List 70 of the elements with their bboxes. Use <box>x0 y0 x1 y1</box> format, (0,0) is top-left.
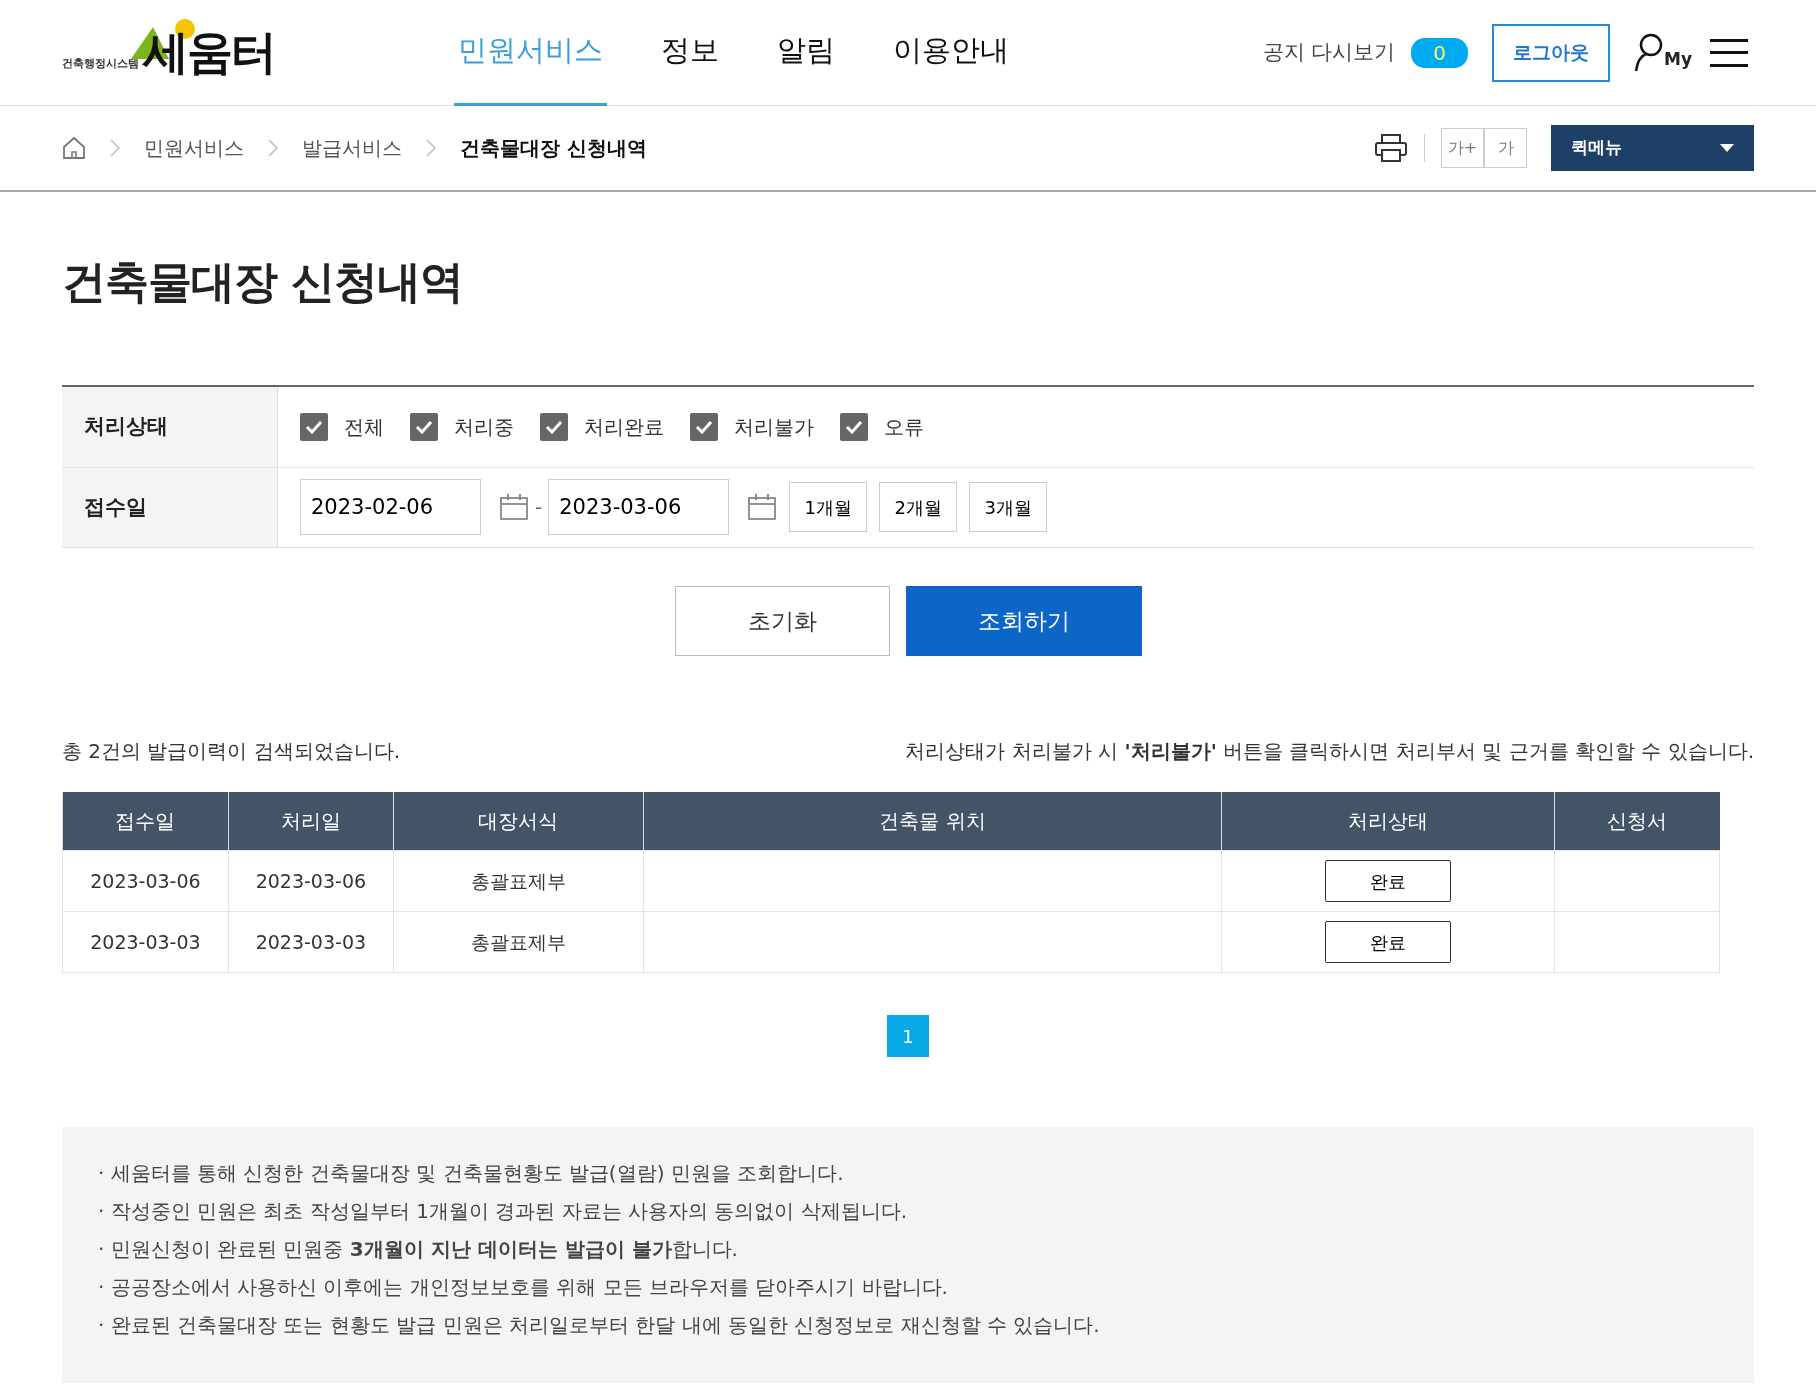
nav-tab[interactable]: 정보 <box>657 0 723 106</box>
status-button[interactable]: 완료 <box>1325 860 1452 903</box>
date-input-field[interactable]: 2023-02-06 <box>300 479 481 536</box>
user-icon[interactable] <box>1634 32 1664 73</box>
date-separator: - <box>535 494 543 522</box>
table-cell: 총괄표제부 <box>393 850 644 912</box>
check-icon <box>545 419 563 434</box>
notice-label: 공지 다시보기 <box>1262 38 1396 66</box>
home-icon[interactable] <box>62 136 86 160</box>
notice-text: · 세움터를 통해 신청한 건축물대장 및 건축물현황도 발급(열람) 민원을 조회합니다. <box>98 1161 845 1186</box>
calendar-icon[interactable] <box>499 493 529 522</box>
breadcrumb-link[interactable]: 민원서비스 <box>144 133 244 163</box>
table-cell: 2023-03-06 <box>228 850 394 912</box>
checkbox-label: 처리중 <box>454 413 514 441</box>
status-hint: 처리상태가 처리불가 시 '처리불가' 버튼을 클릭하시면 처리부서 및 근거를 확인할 수 있습니다. <box>905 737 1754 765</box>
page-title: 건축물대장 신청내역 <box>62 256 465 309</box>
column-header: 접수일 <box>62 791 229 851</box>
check-icon <box>695 419 713 434</box>
printer-icon[interactable] <box>1374 133 1408 163</box>
font-size-button[interactable]: 가 <box>1484 128 1527 168</box>
logo-text[interactable]: 세움터 <box>143 25 275 79</box>
status-button[interactable]: 완료 <box>1325 921 1452 964</box>
column-header: 처리일 <box>228 791 394 851</box>
quick-menu-dropdown[interactable]: 퀵메뉴 <box>1551 125 1754 171</box>
filter-label: 접수일 <box>62 467 278 547</box>
notice-text: · 작성중인 민원은 최초 작성일부터 1개월이 경과된 자료는 사용자의 동의없이 삭제됩니다. <box>98 1199 908 1224</box>
nav-tab[interactable]: 알림 <box>773 0 839 106</box>
calendar-icon[interactable] <box>747 493 778 522</box>
table-cell: 2023-03-06 <box>62 850 229 912</box>
font-size-button[interactable]: 가+ <box>1441 128 1484 168</box>
filter-label: 처리상태 <box>62 386 278 467</box>
caret-icon <box>1720 144 1734 152</box>
checkbox-label: 처리불가 <box>734 413 814 441</box>
checkbox[interactable] <box>540 412 568 441</box>
table-cell: 2023-03-03 <box>62 911 229 973</box>
chevron-icon <box>426 139 436 157</box>
check-icon <box>415 419 433 434</box>
notice-text: · 공공장소에서 사용하신 이후에는 개인정보보호를 위해 모든 브라우저를 닫아주시기 바랍니다. <box>98 1275 949 1300</box>
result-summary: 총 2건의 발급이력이 검색되었습니다. <box>62 737 401 765</box>
checkbox-label: 전체 <box>344 413 384 441</box>
menu-icon[interactable] <box>1710 37 1748 68</box>
period-button[interactable]: 2개월 <box>879 482 958 533</box>
column-header: 처리상태 <box>1221 791 1555 851</box>
date-input-field[interactable]: 2023-03-06 <box>548 479 730 536</box>
chevron-icon <box>268 139 278 157</box>
checkbox-label: 처리완료 <box>584 413 664 441</box>
period-button[interactable]: 3개월 <box>969 482 1048 533</box>
nav-tab[interactable]: 이용안내 <box>889 0 1013 106</box>
checkbox[interactable] <box>300 412 328 441</box>
column-header: 건축물 위치 <box>643 791 1222 851</box>
period-button[interactable]: 1개월 <box>789 482 868 533</box>
checkbox[interactable] <box>690 412 718 441</box>
checkbox-label: 오류 <box>884 413 924 441</box>
table-cell: 2023-03-03 <box>228 911 394 973</box>
column-header: 대장서식 <box>393 791 644 851</box>
chevron-icon <box>110 139 120 157</box>
notice-text: · 완료된 건축물대장 또는 현황도 발급 민원은 처리일로부터 한달 내에 동일한 신청정보로 재신청할 수 있습니다. <box>98 1313 1101 1338</box>
check-icon <box>305 419 323 434</box>
logout-button[interactable]: 로그아웃 <box>1492 23 1610 82</box>
breadcrumb-link[interactable]: 발급서비스 <box>302 133 402 163</box>
my-label[interactable]: My <box>1664 47 1692 73</box>
search-button[interactable]: 조회하기 <box>905 585 1142 656</box>
reset-button[interactable]: 초기화 <box>674 585 890 656</box>
table-cell: 총괄표제부 <box>393 911 644 973</box>
column-header: 신청서 <box>1554 791 1720 851</box>
checkbox[interactable] <box>410 412 438 441</box>
notice-text: · 민원신청이 완료된 민원중 3개월이 지난 데이터는 발급이 불가합니다. <box>98 1237 739 1262</box>
logo-subtitle: 건축행정시스템 <box>62 55 139 72</box>
check-icon <box>845 419 863 434</box>
checkbox[interactable] <box>840 412 868 441</box>
